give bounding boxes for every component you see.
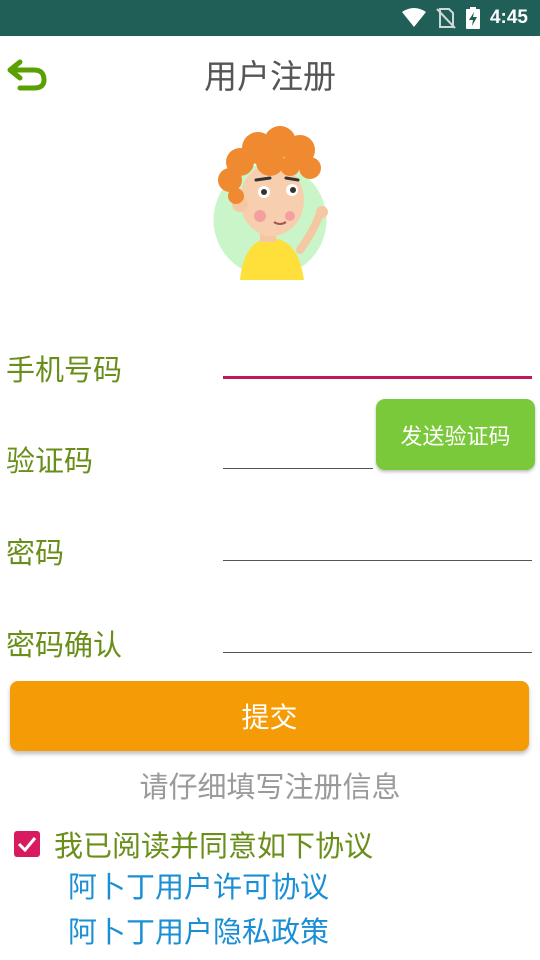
page-title: 用户注册 xyxy=(204,57,336,96)
avatar xyxy=(210,126,330,280)
status-bar: 4:45 xyxy=(0,0,540,36)
password-label: 密码 xyxy=(6,536,65,570)
hint-text: 请仔细填写注册信息 xyxy=(139,770,401,804)
password-input[interactable] xyxy=(223,524,532,561)
agreement-text: 我已阅读并同意如下协议 xyxy=(54,829,374,863)
battery-charging-icon xyxy=(465,7,480,29)
confirm-password-input[interactable] xyxy=(223,616,532,653)
code-label: 验证码 xyxy=(6,444,94,478)
privacy-policy-link[interactable]: 阿卜丁用户隐私政策 xyxy=(68,911,329,953)
status-icons: 4:45 xyxy=(401,0,528,36)
checkmark-icon xyxy=(17,837,37,852)
license-agreement-link[interactable]: 阿卜丁用户许可协议 xyxy=(68,866,329,908)
send-code-button[interactable]: 发送验证码 xyxy=(376,399,535,470)
confirm-password-label: 密码确认 xyxy=(6,628,123,662)
submit-button[interactable]: 提交 xyxy=(10,681,529,751)
agreement-row: 我已阅读并同意如下协议 xyxy=(14,822,373,866)
wifi-icon xyxy=(401,8,426,27)
phone-label: 手机号码 xyxy=(6,353,123,387)
agreement-checkbox[interactable] xyxy=(14,831,40,857)
status-time: 4:45 xyxy=(489,7,528,28)
phone-input[interactable] xyxy=(223,340,532,379)
no-sim-icon xyxy=(436,8,456,29)
code-input[interactable] xyxy=(223,432,373,469)
